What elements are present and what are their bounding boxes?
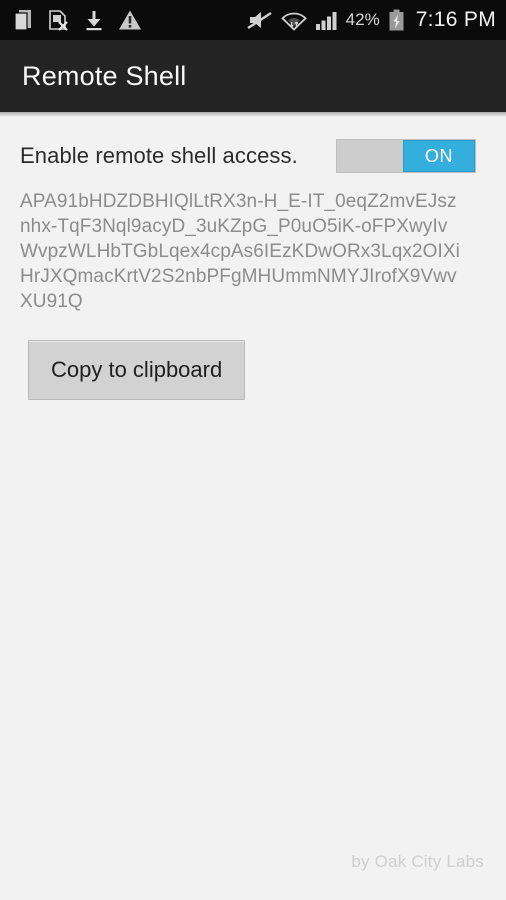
remote-shell-switch-row: Enable remote shell access. ON	[20, 117, 486, 173]
battery-percent-label: 42%	[345, 10, 380, 29]
remote-shell-switch-label: Enable remote shell access.	[20, 143, 298, 168]
toggle-track	[337, 140, 403, 172]
phone-screen: 42% 7:16 PM Remote Shell Enable remote s…	[0, 0, 506, 900]
status-bar-notification-icons	[14, 9, 142, 31]
toggle-thumb[interactable]: ON	[403, 140, 475, 172]
status-bar-clock: 7:16 PM	[415, 8, 496, 31]
mute-icon	[247, 9, 273, 31]
remote-shell-toggle[interactable]: ON	[336, 139, 476, 173]
registration-token-text: APA91bHDZDBHIQlLtRX3n-H_E-IT_0eqZ2mvEJsz…	[20, 191, 460, 312]
status-bar: 42% 7:16 PM	[0, 0, 506, 40]
download-icon	[84, 9, 104, 31]
main-content: Enable remote shell access. ON APA91bHDZ…	[0, 117, 506, 900]
signal-bars-icon	[315, 9, 339, 31]
copy-to-clipboard-button[interactable]: Copy to clipboard	[28, 340, 246, 400]
footer-credit: by Oak City Labs	[351, 852, 484, 871]
warning-triangle-icon	[118, 9, 142, 31]
copy-documents-icon	[14, 9, 34, 31]
page-title: Remote Shell	[22, 60, 187, 91]
status-bar-system-icons: 42% 7:16 PM	[247, 8, 496, 32]
action-bar: Remote Shell	[0, 40, 506, 112]
sim-card-error-icon	[48, 9, 70, 31]
battery-charging-icon	[388, 9, 405, 31]
wifi-icon	[280, 9, 307, 31]
